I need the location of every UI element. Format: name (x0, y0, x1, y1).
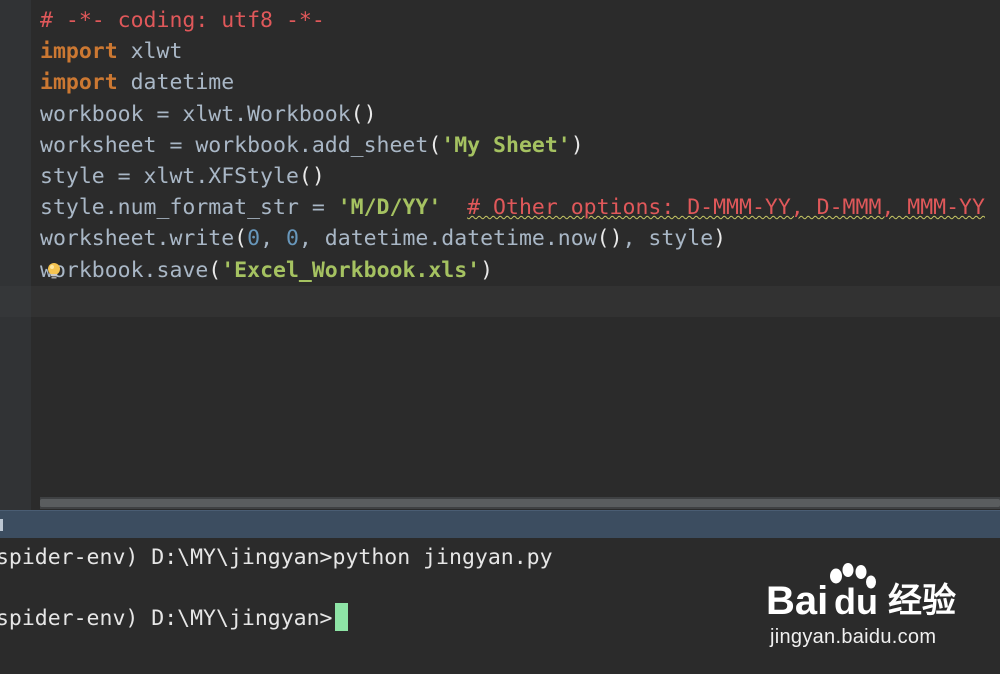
terminal-prompt: (spider-env) D:\MY\jingyan> (0, 606, 333, 631)
code-lines[interactable]: # -*- coding: utf8 -*- import xlwt import … (40, 5, 985, 317)
code-token: ) (713, 226, 727, 252)
code-line[interactable]: import xlwt (40, 36, 985, 67)
horizontal-scrollbar[interactable] (40, 497, 1000, 509)
code-token: , (260, 226, 286, 252)
code-token: xlwt (117, 39, 183, 65)
code-token: style.num_format_str = (40, 195, 338, 221)
code-line[interactable]: style.num_format_str = 'M/D/YY' # Other … (40, 192, 985, 223)
code-token: import (40, 39, 118, 65)
current-line-gutter (0, 286, 31, 317)
code-line[interactable]: style = xlwt.XFStyle() (40, 161, 985, 192)
code-token: 'Excel_Workbook.xls' (221, 257, 481, 283)
code-token: , datetime.datetime.now (298, 226, 597, 252)
lightbulb-icon[interactable] (46, 262, 62, 280)
code-line[interactable]: workbook = xlwt.Workbook() (40, 99, 985, 130)
code-token: # -*- coding: utf8 -*- (40, 8, 325, 33)
code-editor[interactable]: # -*- coding: utf8 -*- import xlwt import … (0, 0, 1000, 510)
code-line[interactable]: workbook.save('Excel_Workbook.xls') (40, 255, 985, 286)
code-token: style = xlwt.XFStyle (40, 163, 299, 189)
code-token: () (596, 226, 623, 252)
terminal-command: python jingyan.py (332, 545, 553, 570)
code-token: 'My Sheet' (441, 132, 571, 158)
terminal-prompt: (spider-env) D:\MY\jingyan> (0, 545, 333, 570)
code-token: ( (208, 257, 222, 283)
terminal-header-marker (0, 519, 3, 531)
code-token: 0 (247, 226, 261, 252)
code-token: datetime (117, 70, 235, 96)
code-token: , style (622, 226, 714, 252)
code-token: () (350, 101, 377, 127)
code-line[interactable]: # -*- coding: utf8 -*- (40, 5, 985, 36)
code-line[interactable]: worksheet = workbook.add_sheet('My Sheet… (40, 130, 985, 161)
terminal-tool-window-header[interactable] (0, 510, 1000, 538)
code-token: ( (234, 226, 248, 252)
horizontal-scrollbar-thumb[interactable] (40, 499, 1000, 507)
code-token: 'M/D/YY' (337, 195, 442, 221)
code-line[interactable] (40, 286, 985, 317)
code-token: worksheet = workbook.add_sheet (40, 132, 429, 158)
ide-window: # -*- coding: utf8 -*- import xlwt import … (0, 0, 1000, 674)
watermark-product-text: 经验 (888, 581, 956, 621)
code-line[interactable]: worksheet.write(0, 0, datetime.datetime.… (40, 223, 985, 254)
watermark-url: jingyan.baidu.com (770, 626, 937, 648)
watermark-brand-suffix: du (834, 581, 878, 622)
terminal-line: (spider-env) D:\MY\jingyan> (0, 603, 348, 634)
code-token: worksheet.write (40, 226, 235, 252)
editor-gutter[interactable] (0, 0, 31, 510)
code-token: workbook = xlwt.Workbook (40, 101, 351, 127)
code-token: ( (428, 132, 442, 158)
code-token: ) (570, 132, 584, 158)
code-token: 0 (285, 226, 299, 252)
code-token: import (40, 70, 118, 96)
code-token: ) (480, 257, 494, 283)
code-token: # Other options: D-MMM-YY, D-MMM, MMM-YY (467, 195, 985, 221)
terminal-line: (spider-env) D:\MY\jingyan>python jingya… (0, 542, 553, 573)
baidu-logo-icon: Bai du 经验 (766, 563, 956, 623)
code-token: workbook.save (40, 257, 209, 283)
code-token: () (298, 163, 325, 189)
terminal-cursor[interactable] (334, 603, 348, 631)
code-line[interactable]: import datetime (40, 67, 985, 98)
watermark-brand-text: Bai (766, 579, 828, 623)
baidu-jingyan-watermark: Bai du 经验 jingyan.baidu.com (762, 562, 998, 662)
